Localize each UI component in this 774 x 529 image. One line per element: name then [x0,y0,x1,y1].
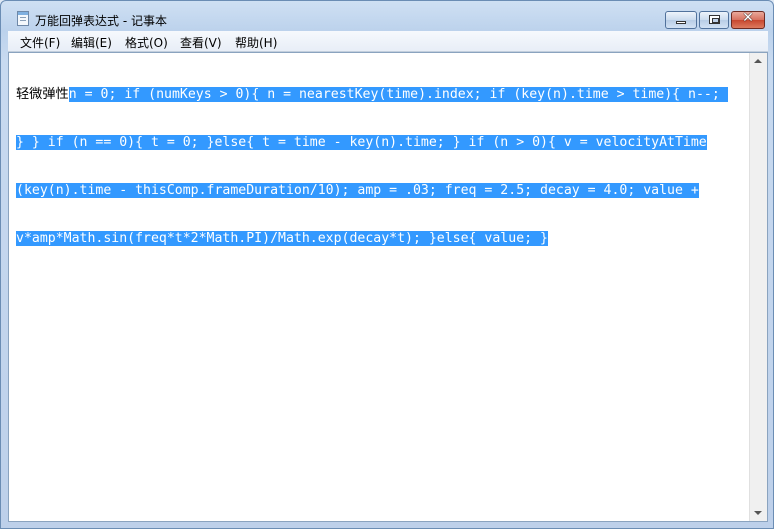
menu-view[interactable]: 查看(V) [180,34,222,51]
title-bar[interactable]: 万能回弹表达式 - 记事本 ✕ [1,1,773,31]
document-text[interactable]: 轻微弹性n = 0; if (numKeys > 0){ n = nearest… [16,55,740,279]
minimize-icon [676,21,686,24]
close-button[interactable]: ✕ [731,10,765,29]
text-line: 轻微弹性n = 0; if (numKeys > 0){ n = nearest… [16,87,740,103]
maximize-button[interactable] [699,11,729,29]
close-icon: ✕ [742,10,754,26]
menu-help[interactable]: 帮助(H) [235,34,277,51]
text-line: (key(n).time - thisComp.frameDuration/10… [16,183,740,199]
selected-text: v*amp*Math.sin(freq*t*2*Math.PI)/Math.ex… [16,231,548,246]
menu-format[interactable]: 格式(O) [125,34,168,51]
selected-text: n = 0; if (numKeys > 0){ n = nearestKey(… [68,87,728,102]
menu-file[interactable]: 文件(F) [20,34,60,51]
selected-text: (key(n).time - thisComp.frameDuration/10… [16,183,699,198]
restore-icon [709,15,720,24]
text-line: } } if (n == 0){ t = 0; }else{ t = time … [16,135,740,151]
minimize-button[interactable] [665,11,697,29]
menu-bar: 文件(F) 编辑(E) 格式(O) 查看(V) 帮助(H) [8,31,768,52]
notepad-icon[interactable] [17,11,29,26]
vertical-scrollbar[interactable] [749,53,767,521]
notepad-window: 万能回弹表达式 - 记事本 ✕ 文件(F) 编辑(E) 格式(O) 查看(V) … [0,0,774,529]
selected-text: } } if (n == 0){ t = 0; }else{ t = time … [16,135,707,150]
text-editor[interactable]: 轻微弹性n = 0; if (numKeys > 0){ n = nearest… [8,52,768,522]
scroll-down-icon[interactable] [754,511,762,515]
text-line: v*amp*Math.sin(freq*t*2*Math.PI)/Math.ex… [16,231,740,247]
window-title: 万能回弹表达式 - 记事本 [35,14,167,28]
unselected-text: 轻微弹性 [16,87,69,102]
scroll-up-icon[interactable] [754,59,762,63]
menu-edit[interactable]: 编辑(E) [71,34,112,51]
